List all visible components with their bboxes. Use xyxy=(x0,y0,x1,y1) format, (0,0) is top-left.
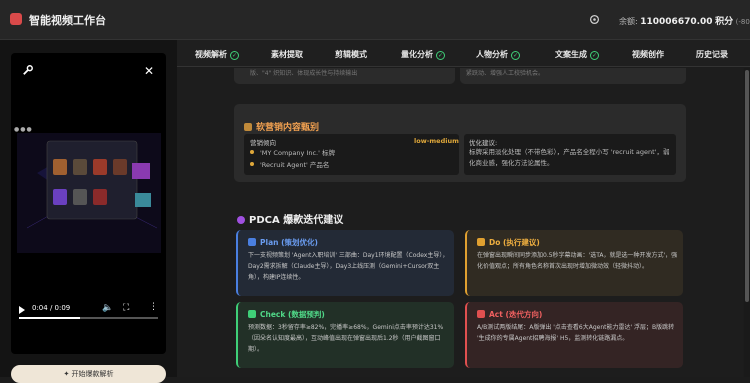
pdca-plan-card: Plan (策划优化) 下一支视频策划 'Agent入职培训' 三部曲：Day1… xyxy=(236,230,454,296)
optimization-text: 标牌采用淡化处理（不带色彩），产品名全程小写 'recruit agent'，弱… xyxy=(469,148,670,167)
video-time: 0:04 / 0:09 xyxy=(32,304,71,312)
tab-quant-analysis[interactable]: 量化分析 ✓ xyxy=(401,49,445,60)
volume-icon[interactable]: 🔈 xyxy=(102,303,113,313)
pdca-title: PDCA 爆款迭代建议 xyxy=(249,215,344,226)
chart-icon xyxy=(248,310,256,318)
check-icon: ✓ xyxy=(590,51,599,60)
check-icon: ✓ xyxy=(436,51,445,60)
gear-icon[interactable] xyxy=(588,13,601,26)
app-logo-icon xyxy=(10,13,22,25)
act-text: A/B测试两版结尾：A版弹出 '点击查看6大Agent能力雷达' 浮层；B版跳转… xyxy=(477,324,675,342)
marketing-item: 'MY Company Inc.' 标牌 xyxy=(250,148,335,159)
tab-edit-mode[interactable]: 剪辑模式 xyxy=(335,49,367,60)
tab-bar: 视频解析 ✓ 素材提取 剪辑模式 量化分析 ✓ 人物分析 ✓ 文案生成 ✓ 视频创作 历… xyxy=(177,40,750,67)
pdca-do-card: Do (执行建议) 在弹窗出现瞬间同步添加0.5秒字幕动画：'选TA，就是选一种… xyxy=(465,230,683,296)
act-title: Act (迭代方向) xyxy=(477,309,542,320)
pdca-header: PDCA 爆款迭代建议 xyxy=(237,208,343,227)
plan-text: 下一支视频策划 'Agent入职培训' 三部曲：Day1环境配置（Codex主导… xyxy=(248,252,449,281)
balance-unit: 积分 xyxy=(715,17,734,27)
partial-card-left: 版、"4" 炽知识、体现成长性与持续输出 xyxy=(234,68,455,84)
fullscreen-icon[interactable]: ⛶ xyxy=(123,303,129,313)
refresh-icon xyxy=(477,310,485,318)
play-icon[interactable] xyxy=(19,306,25,314)
clipboard-icon xyxy=(248,238,256,246)
wrench-icon[interactable] xyxy=(22,64,34,76)
video-dots: ●●● xyxy=(14,126,33,133)
balance-value: 110006670.00 xyxy=(640,17,713,27)
marketing-tendency-box: 营销倾向 low-medium 'MY Company Inc.' 标牌 'Re… xyxy=(244,134,459,175)
partial-card-right: 紧跃动、增强人工校验机会。 xyxy=(460,68,686,84)
start-analysis-button[interactable]: ✦ 开始爆款解析 xyxy=(11,365,166,383)
balance-display: 余额: 110006670.00 积分 (-8000/次) xyxy=(619,14,750,27)
app-title: 智能视频工作台 xyxy=(29,14,106,27)
scrollbar-thumb[interactable] xyxy=(745,70,749,302)
optimization-label: 优化建议: xyxy=(469,139,498,147)
check-title: Check (数据预判) xyxy=(248,309,325,320)
left-panel: ✕ ●●● 0:04 / 0:09 🔈 ⛶ ⋮ ✦ 开始爆款解析 xyxy=(0,40,177,383)
optimization-box: 优化建议: 标牌采用淡化处理（不带色彩），产品名全程小写 'recruit ag… xyxy=(464,134,676,175)
marketing-tendency-label: 营销倾向 xyxy=(250,139,276,147)
top-bar: 智能视频工作台 余额: 110006670.00 积分 (-8000/次) xyxy=(0,0,750,40)
partial-text-right: 紧跃动、增强人工校验机会。 xyxy=(466,70,545,77)
video-player[interactable]: ✕ ●●● 0:04 / 0:09 🔈 ⛶ ⋮ xyxy=(11,53,166,354)
plan-title: Plan (策划优化) xyxy=(248,237,318,248)
tab-character-analysis[interactable]: 人物分析 ✓ xyxy=(476,49,520,60)
video-progress-bar[interactable] xyxy=(19,317,158,319)
tab-history[interactable]: 历史记录 xyxy=(696,49,728,60)
soft-marketing-card: 软营销内容甄别 营销倾向 low-medium 'MY Company Inc.… xyxy=(234,104,686,182)
more-options-icon[interactable]: ⋮ xyxy=(149,302,158,312)
pdca-check-card: Check (数据预判) 预测数据：3秒留存率≥82%，完播率≥68%，Gemi… xyxy=(236,302,454,368)
balance-label: 余额: xyxy=(619,17,638,26)
tab-video-creation[interactable]: 视频创作 xyxy=(632,49,664,60)
video-progress-fill xyxy=(19,317,81,319)
main-content: 版、"4" 炽知识、体现成长性与持续输出 紧跃动、增强人工校验机会。 软营销内容… xyxy=(177,68,743,377)
check-icon: ✓ xyxy=(511,51,520,60)
content-scrollbar[interactable] xyxy=(744,68,750,377)
balance-extra: (-8000/次) xyxy=(735,18,750,26)
rocket-icon xyxy=(237,216,245,224)
tab-video-analysis[interactable]: 视频解析 ✓ xyxy=(195,49,239,60)
marketing-item: 'Recruit Agent' 产品名 xyxy=(250,160,329,171)
close-icon[interactable]: ✕ xyxy=(144,64,154,78)
tab-material-extract[interactable]: 素材提取 xyxy=(271,49,303,60)
video-frame xyxy=(17,133,161,253)
check-icon: ✓ xyxy=(230,51,239,60)
partial-text-left: 版、"4" 炽知识、体现成长性与持续输出 xyxy=(250,70,358,77)
tab-copy-generation[interactable]: 文案生成 ✓ xyxy=(555,49,599,60)
do-text: 在弹窗出现瞬间同步添加0.5秒字幕动画：'选TA，就是选一种开发方式'，强化价值… xyxy=(477,252,678,270)
pdca-act-card: Act (迭代方向) A/B测试两版结尾：A版弹出 '点击查看6大Agent能力… xyxy=(465,302,683,368)
check-text: 预测数据：3秒留存率≥82%，完播率≥68%，Gemini点击率预计达31%（因… xyxy=(248,324,444,353)
risk-level-badge: low-medium xyxy=(414,137,459,145)
lightning-icon xyxy=(477,238,485,246)
tag-icon xyxy=(244,123,252,131)
do-title: Do (执行建议) xyxy=(477,237,540,248)
soft-marketing-title: 软营销内容甄别 xyxy=(256,123,320,133)
soft-marketing-header: 软营销内容甄别 xyxy=(244,115,319,134)
